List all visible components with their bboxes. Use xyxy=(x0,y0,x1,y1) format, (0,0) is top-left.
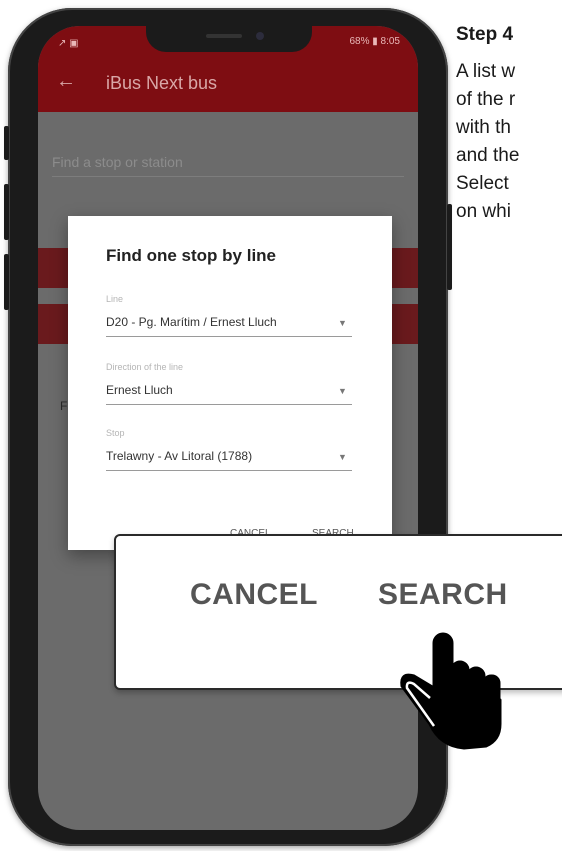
chevron-down-icon[interactable]: ▼ xyxy=(338,386,347,396)
speaker-grille xyxy=(206,34,242,38)
step-line: and the xyxy=(456,145,520,166)
stop-select[interactable]: Trelawny - Av Litoral (1788) xyxy=(106,449,252,463)
search-input[interactable]: Find a stop or station xyxy=(52,154,183,170)
status-icons: ↗ ▣ xyxy=(58,38,79,49)
volume-button xyxy=(4,184,9,240)
stop-label: Stop xyxy=(106,428,125,438)
search-underline xyxy=(52,176,404,177)
camera-dot xyxy=(256,32,264,40)
arrow-back-icon[interactable]: ← xyxy=(56,70,76,93)
direction-label: Direction of the line xyxy=(106,362,184,372)
dialog-title: Find one stop by line xyxy=(106,246,276,265)
find-stop-dialog: Find one stop by line Line D20 - Pg. Mar… xyxy=(68,216,392,550)
power-button xyxy=(447,204,452,290)
step-title: Step 4 xyxy=(456,24,514,45)
stop-underline xyxy=(106,470,352,471)
background-label: F xyxy=(60,399,68,413)
line-underline xyxy=(106,336,352,337)
direction-select[interactable]: Ernest Lluch xyxy=(106,383,173,397)
hand-pointer-icon xyxy=(400,632,502,750)
volume-button xyxy=(4,254,9,310)
callout-cancel-button[interactable]: CANCEL xyxy=(190,578,318,612)
app-title: iBus Next bus xyxy=(106,73,218,93)
direction-underline xyxy=(106,404,352,405)
step-line: A list w xyxy=(456,61,516,82)
phone-frame: ↗ ▣ 68% ▮ 8:05 ← iBus Next bus Find a st… xyxy=(4,8,452,846)
phone-screen: ↗ ▣ 68% ▮ 8:05 ← iBus Next bus Find a st… xyxy=(38,26,418,830)
step-line: of the r xyxy=(456,89,516,110)
step-line: with th xyxy=(456,117,511,138)
phone-notch xyxy=(146,26,312,52)
volume-button xyxy=(4,126,9,160)
chevron-down-icon[interactable]: ▼ xyxy=(338,318,347,328)
line-select[interactable]: D20 - Pg. Marítim / Ernest Lluch xyxy=(106,315,277,329)
status-battery-time: 68% ▮ 8:05 xyxy=(349,36,400,47)
step-line: on whi xyxy=(456,201,511,222)
callout-search-button[interactable]: SEARCH xyxy=(378,578,508,612)
chevron-down-icon[interactable]: ▼ xyxy=(338,452,347,462)
line-label: Line xyxy=(106,294,124,304)
step-description: A list w of the r with th and the Select… xyxy=(456,58,519,226)
step-line: Select xyxy=(456,173,509,194)
app-bar: ← iBus Next bus xyxy=(38,56,418,112)
